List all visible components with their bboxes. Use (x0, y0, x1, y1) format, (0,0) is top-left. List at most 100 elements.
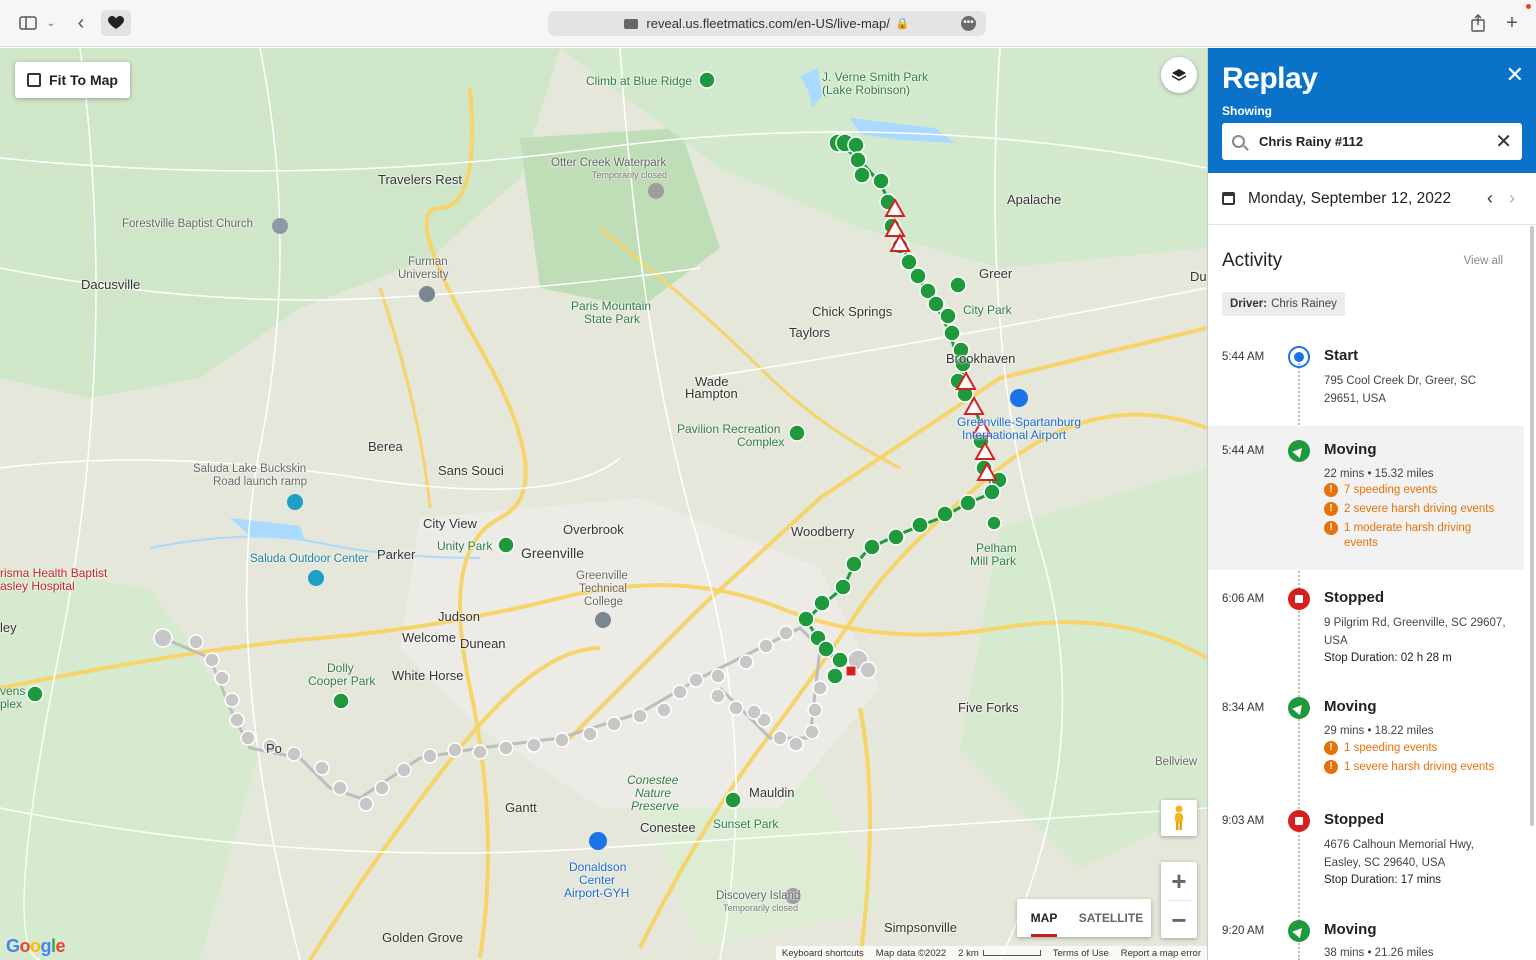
new-tab-icon[interactable]: + (1502, 12, 1522, 34)
place-label: Road launch ramp (213, 476, 307, 488)
report-error-link[interactable]: Report a map error (1121, 948, 1201, 959)
church-poi (272, 218, 288, 234)
back-icon[interactable]: ‹ (72, 12, 90, 34)
address-bar[interactable]: reveal.us.fleetmatics.com/en-US/live-map… (548, 11, 986, 36)
sidebar-toggle-icon[interactable] (18, 12, 38, 34)
fit-bounds-icon (27, 73, 42, 87)
activity-list[interactable]: Activity View all Driver: Chris Rainey 5… (1208, 226, 1536, 960)
layers-button[interactable] (1161, 57, 1197, 93)
close-icon[interactable]: ✕ (1506, 64, 1524, 86)
date-selector: Monday, September 12, 2022 ‹ › (1208, 173, 1536, 225)
fit-to-map-button[interactable]: Fit To Map (15, 62, 130, 98)
activity-event[interactable]: 6:06 AM Stopped 9 Pilgrim Rd, Greenville… (1208, 571, 1524, 675)
vehicle-search-value[interactable]: Chris Rainy #112 (1259, 134, 1495, 149)
boat-ramp-poi (287, 494, 303, 510)
place-label: Welcome (402, 630, 456, 645)
warning-link[interactable]: ! 1 severe harsh driving events (1324, 760, 1514, 775)
map-data-text: Map data ©2022 (875, 947, 947, 959)
warning-link-continued[interactable]: events (1324, 536, 1514, 551)
warning-link[interactable]: ! 1 speeding events (1324, 741, 1514, 756)
place-label: Dacusville (81, 277, 141, 292)
selected-date[interactable]: Monday, September 12, 2022 (1248, 190, 1479, 208)
place-label: asley Hospital (0, 579, 75, 593)
chevron-down-icon[interactable]: ⌄ (45, 12, 57, 34)
next-day-icon[interactable]: › (1501, 188, 1523, 209)
activity-title: Activity (1222, 250, 1283, 271)
place-label: Hampton (685, 386, 738, 401)
place-label: Climb at Blue Ridge (586, 74, 693, 88)
event-time: 5:44 AM (1222, 351, 1265, 363)
notification-dot (1526, 4, 1531, 9)
stopped-icon (1288, 588, 1310, 610)
keyboard-shortcuts-link[interactable]: Keyboard shortcuts (782, 948, 864, 959)
event-time: 8:34 AM (1222, 702, 1265, 714)
place-label: Airport-GYH (564, 886, 630, 900)
stopped-icon (1288, 810, 1310, 832)
scrollbar[interactable] (1530, 226, 1534, 826)
zoom-in-button[interactable]: + (1161, 862, 1197, 900)
alert-icon: ! (1324, 741, 1338, 755)
place-label: (Lake Robinson) (822, 83, 911, 97)
warning-link[interactable]: ! 2 severe harsh driving events (1324, 502, 1514, 517)
calendar-icon[interactable] (1222, 192, 1235, 205)
university-poi (419, 286, 435, 302)
vehicle-search-input[interactable]: Chris Rainy #112 ✕ (1222, 123, 1522, 160)
zoom-control: + − (1161, 862, 1197, 938)
previous-day-icon[interactable]: ‹ (1479, 188, 1501, 209)
event-title: Moving (1324, 441, 1377, 458)
place-label: Furman (408, 256, 448, 268)
street-view-pegman[interactable] (1161, 800, 1197, 836)
view-all-link[interactable]: View all (1464, 255, 1503, 267)
warning-link[interactable]: ! 7 speeding events (1324, 483, 1514, 498)
activity-event[interactable]: 9:03 AM Stopped 4676 Calhoun Memorial Hw… (1208, 793, 1524, 893)
place-label: Travelers Rest (378, 172, 463, 187)
college-poi (595, 612, 611, 628)
activity-event[interactable]: 5:44 AM Start 795 Cool Creek Dr, Greer, … (1208, 344, 1524, 428)
zoom-out-button[interactable]: − (1161, 901, 1197, 939)
place-label: Five Forks (958, 700, 1019, 715)
place-label: ley (0, 620, 17, 635)
share-icon[interactable] (1468, 12, 1488, 34)
activity-event[interactable]: 8:34 AM Moving 29 mins • 18.22 miles ! 1 … (1208, 681, 1524, 781)
alert-icon: ! (1324, 521, 1338, 535)
map-canvas (0, 48, 1207, 960)
event-detail: USA (1324, 635, 1348, 647)
alert-icon: ! (1324, 483, 1338, 497)
satellite-tab[interactable]: SATELLITE (1071, 899, 1151, 937)
terms-link[interactable]: Terms of Use (1053, 948, 1109, 959)
event-time: 9:03 AM (1222, 815, 1265, 827)
clear-icon[interactable]: ✕ (1495, 129, 1512, 154)
moving-icon (1288, 697, 1310, 719)
place-label: University (398, 269, 449, 281)
activity-event[interactable]: 5:44 AM Moving 22 mins • 15.32 miles ! 7 … (1208, 426, 1524, 570)
event-time: 6:06 AM (1222, 593, 1265, 605)
place-label: Greenville (521, 545, 585, 561)
event-time: 5:44 AM (1222, 445, 1265, 457)
scale-indicator[interactable]: 2 km (958, 948, 1041, 959)
layers-icon (1171, 69, 1187, 81)
place-label: Chick Springs (812, 304, 893, 319)
event-title: Stopped (1324, 811, 1384, 828)
showing-label: Showing (1222, 104, 1272, 118)
favorite-heart-icon[interactable] (101, 10, 131, 36)
place-label: Berea (368, 439, 403, 454)
map-tab[interactable]: MAP (1017, 899, 1071, 937)
event-detail: 38 mins • 21.26 miles (1324, 947, 1434, 959)
activity-event[interactable]: 9:20 AM Moving 38 mins • 21.26 miles (1208, 903, 1524, 960)
warning-link[interactable]: ! 1 moderate harsh driving (1324, 521, 1514, 536)
event-detail: 9 Pilgrim Rd, Greenville, SC 29607, (1324, 617, 1506, 629)
event-title: Start (1324, 347, 1359, 364)
place-label: Parker (377, 547, 416, 562)
map-view[interactable]: Travelers Rest Climb at Blue Ridge J. Ve… (0, 48, 1207, 960)
moving-icon (1288, 920, 1310, 942)
place-label: Cooper Park (308, 674, 376, 688)
airport-gyh-poi (589, 832, 607, 850)
event-title: Stopped (1324, 589, 1384, 606)
place-label: Unity Park (437, 539, 493, 553)
event-detail: Easley, SC 29640, USA (1324, 857, 1446, 869)
map-attribution: Keyboard shortcuts Map data ©2022 2 km T… (775, 946, 1207, 960)
airport-poi (1010, 389, 1028, 407)
more-icon[interactable]: ••• (961, 16, 976, 31)
stop-duration: Stop Duration: 17 mins (1324, 874, 1441, 886)
driver-chip: Driver: Chris Rainey (1222, 292, 1345, 316)
